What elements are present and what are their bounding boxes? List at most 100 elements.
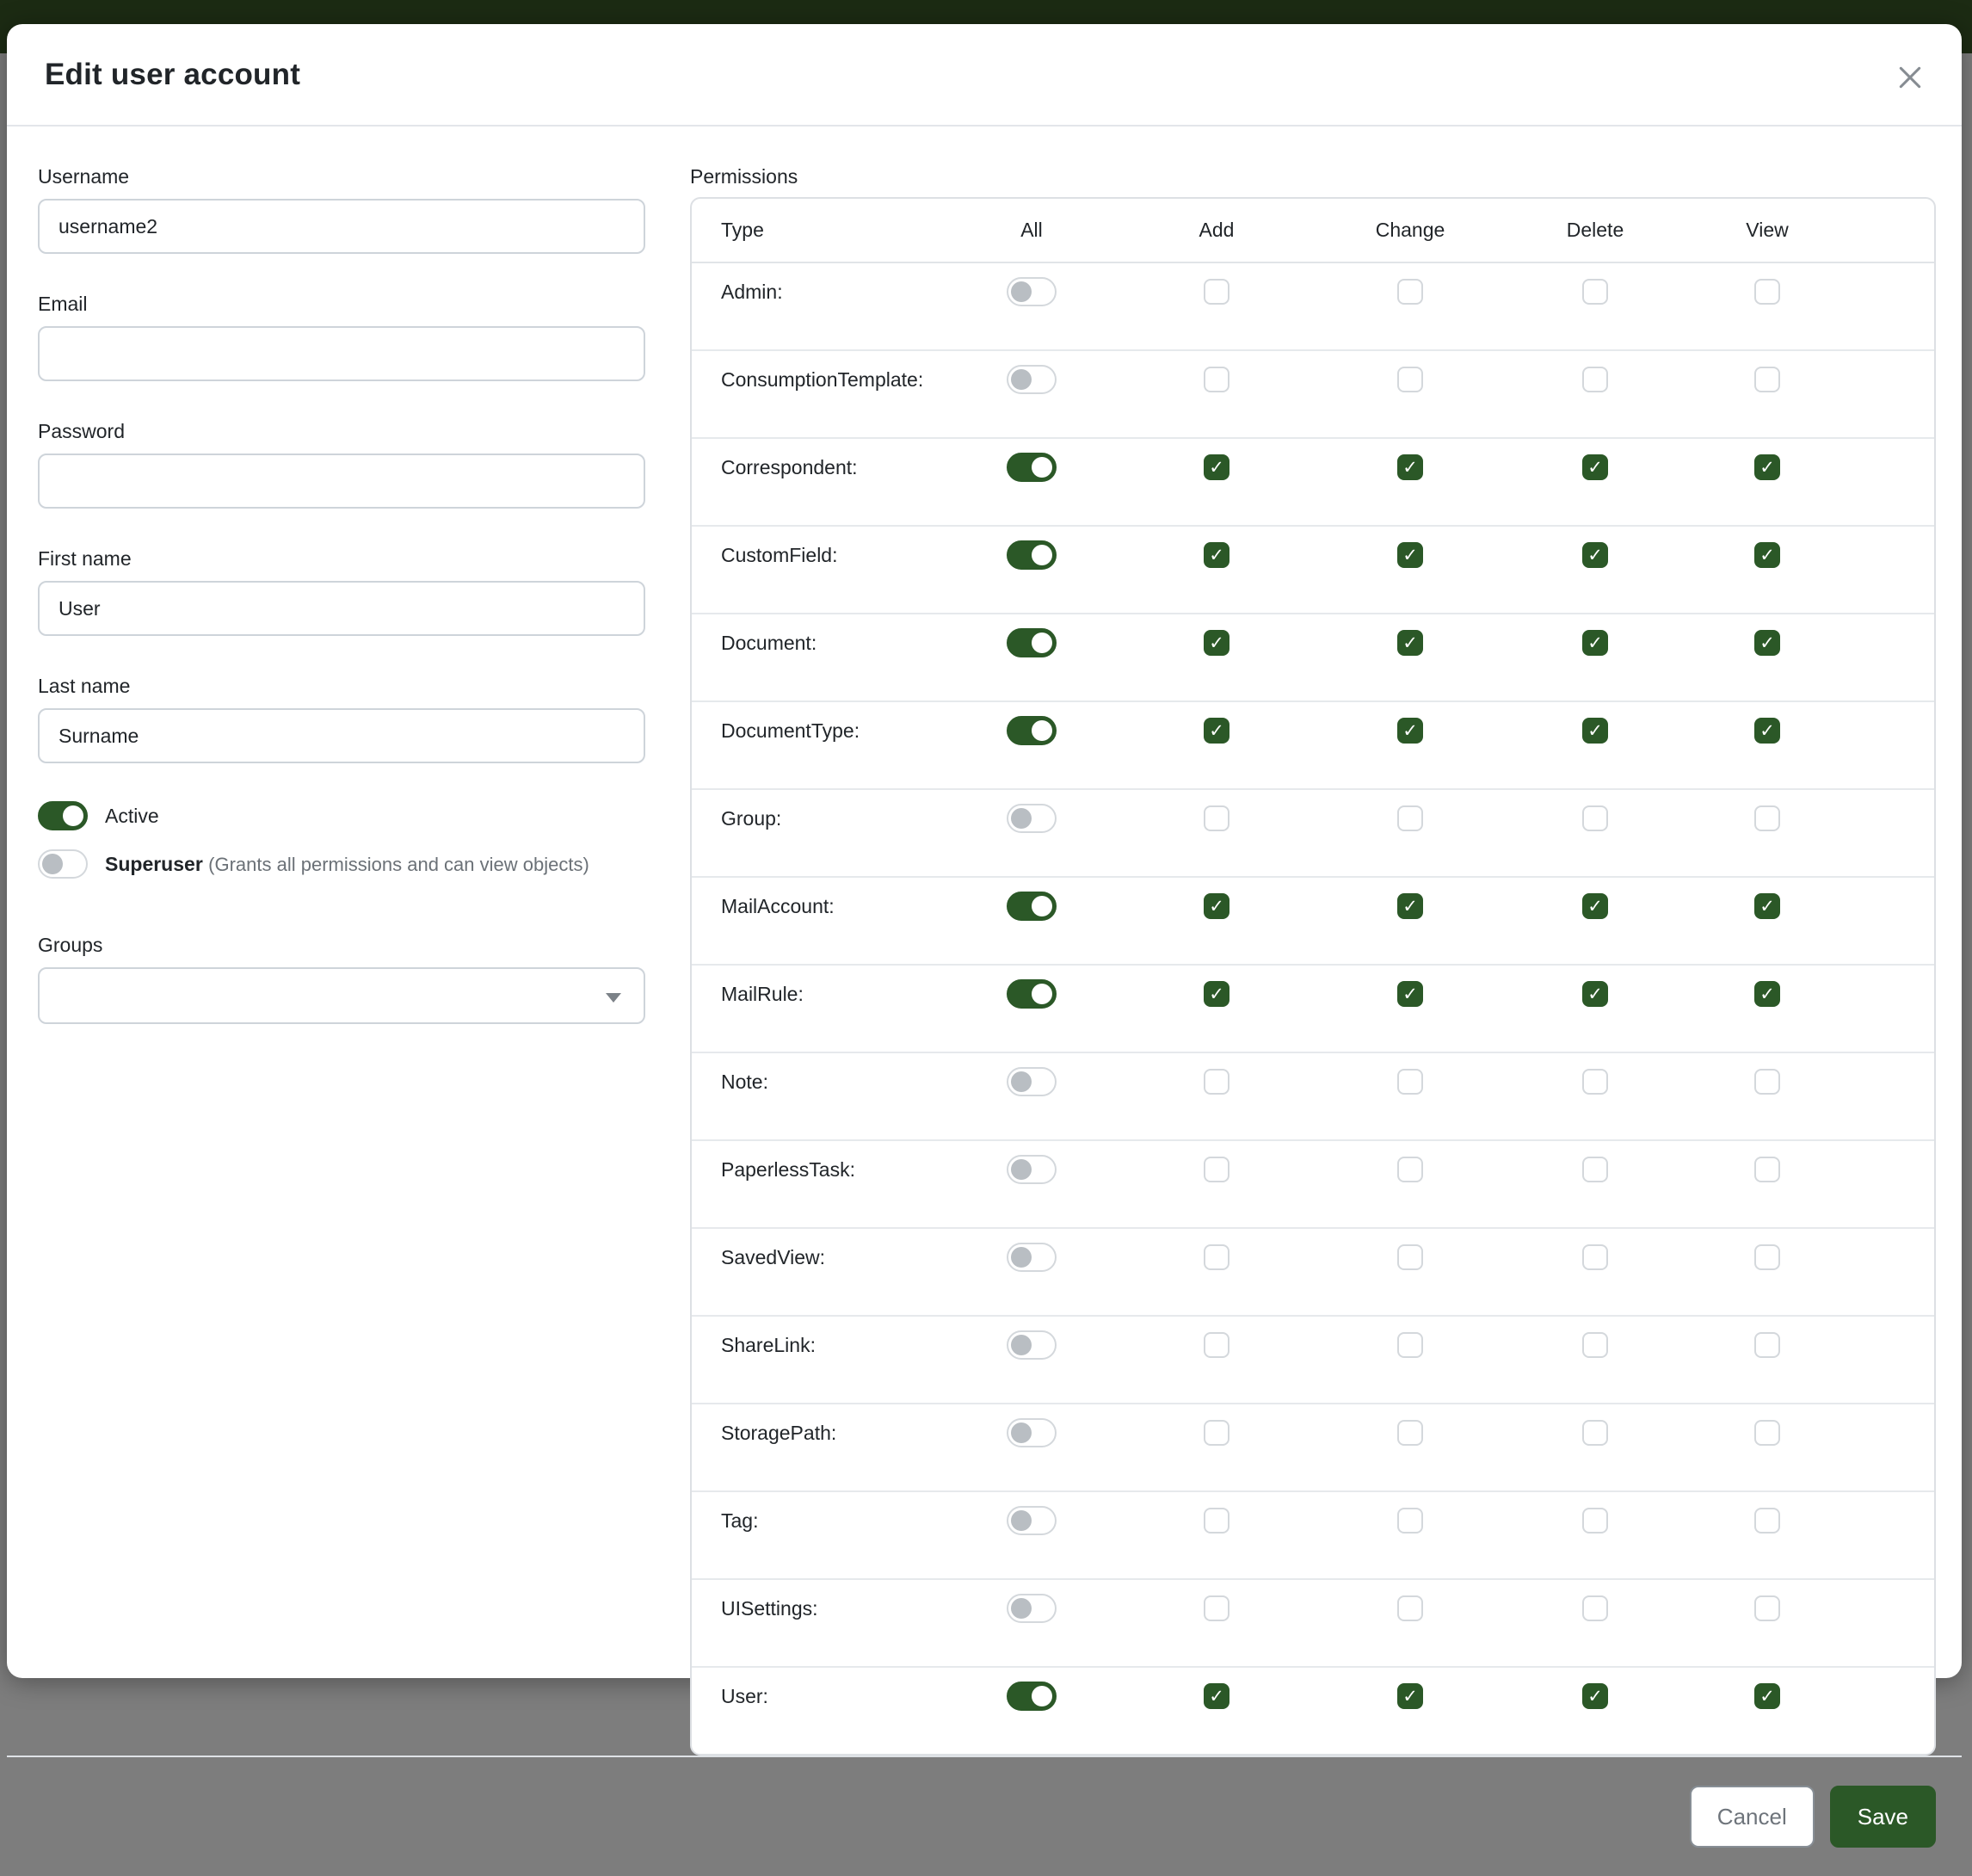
groups-select[interactable]	[38, 967, 645, 1024]
permission-view-checkbox[interactable]	[1754, 367, 1780, 392]
permission-all-toggle[interactable]	[1007, 453, 1057, 482]
permission-row: MailAccount:	[692, 878, 1934, 966]
permission-delete-checkbox[interactable]	[1582, 1420, 1608, 1446]
permission-delete-checkbox[interactable]	[1582, 718, 1608, 744]
permission-view-checkbox[interactable]	[1754, 981, 1780, 1007]
permission-add-checkbox[interactable]	[1204, 981, 1229, 1007]
permission-add-checkbox[interactable]	[1204, 893, 1229, 919]
permission-all-toggle[interactable]	[1007, 804, 1057, 833]
permission-add-checkbox[interactable]	[1204, 454, 1229, 480]
permission-add-checkbox[interactable]	[1204, 1595, 1229, 1621]
permission-change-checkbox[interactable]	[1397, 367, 1423, 392]
toggle-knob	[1011, 281, 1032, 302]
superuser-toggle[interactable]	[38, 849, 88, 879]
permission-change-checkbox[interactable]	[1397, 1157, 1423, 1182]
email-field[interactable]	[38, 326, 645, 381]
permission-add-checkbox[interactable]	[1204, 805, 1229, 831]
permission-view-checkbox[interactable]	[1754, 1244, 1780, 1270]
permission-add-checkbox[interactable]	[1204, 279, 1229, 305]
permission-add-checkbox[interactable]	[1204, 367, 1229, 392]
permission-view-checkbox[interactable]	[1754, 1420, 1780, 1446]
permission-add-checkbox[interactable]	[1204, 542, 1229, 568]
permission-delete-checkbox[interactable]	[1582, 454, 1608, 480]
permission-view-checkbox[interactable]	[1754, 718, 1780, 744]
password-field[interactable]	[38, 454, 645, 509]
permission-change-checkbox[interactable]	[1397, 279, 1423, 305]
permission-all-toggle[interactable]	[1007, 979, 1057, 1009]
first-name-field[interactable]	[38, 581, 645, 636]
last-name-field[interactable]	[38, 708, 645, 763]
permission-all-toggle[interactable]	[1007, 1506, 1057, 1535]
permission-add-checkbox[interactable]	[1204, 1332, 1229, 1358]
permission-all-toggle[interactable]	[1007, 892, 1057, 921]
permission-all-toggle[interactable]	[1007, 277, 1057, 306]
permission-view-checkbox[interactable]	[1754, 279, 1780, 305]
permission-change-checkbox[interactable]	[1397, 1683, 1423, 1709]
permission-change-checkbox[interactable]	[1397, 1244, 1423, 1270]
permission-delete-checkbox[interactable]	[1582, 1595, 1608, 1621]
permission-view-checkbox[interactable]	[1754, 454, 1780, 480]
permission-delete-checkbox[interactable]	[1582, 1069, 1608, 1095]
username-input[interactable]	[38, 199, 645, 254]
permission-delete-checkbox[interactable]	[1582, 1683, 1608, 1709]
permission-delete-checkbox[interactable]	[1582, 981, 1608, 1007]
permission-view-checkbox[interactable]	[1754, 1069, 1780, 1095]
permission-change-checkbox[interactable]	[1397, 718, 1423, 744]
permission-all-toggle[interactable]	[1007, 365, 1057, 394]
permission-all-toggle[interactable]	[1007, 1682, 1057, 1711]
permission-add-checkbox[interactable]	[1204, 630, 1229, 656]
permission-all-toggle[interactable]	[1007, 1243, 1057, 1272]
permission-delete-checkbox[interactable]	[1582, 1508, 1608, 1534]
permission-change-checkbox[interactable]	[1397, 630, 1423, 656]
permission-view-checkbox[interactable]	[1754, 1508, 1780, 1534]
permission-all-toggle[interactable]	[1007, 540, 1057, 570]
permission-all-toggle[interactable]	[1007, 628, 1057, 657]
permission-delete-checkbox[interactable]	[1582, 367, 1608, 392]
permission-add-checkbox[interactable]	[1204, 1069, 1229, 1095]
permission-change-checkbox[interactable]	[1397, 805, 1423, 831]
permission-change-checkbox[interactable]	[1397, 542, 1423, 568]
permission-all-toggle[interactable]	[1007, 1155, 1057, 1184]
permission-all-toggle[interactable]	[1007, 1330, 1057, 1360]
column-header-type: Type	[692, 219, 764, 242]
permission-all-toggle[interactable]	[1007, 716, 1057, 745]
permission-add-checkbox[interactable]	[1204, 1508, 1229, 1534]
permission-delete-checkbox[interactable]	[1582, 805, 1608, 831]
permission-delete-checkbox[interactable]	[1582, 279, 1608, 305]
permission-view-checkbox[interactable]	[1754, 1157, 1780, 1182]
permission-delete-checkbox[interactable]	[1582, 542, 1608, 568]
permission-change-checkbox[interactable]	[1397, 893, 1423, 919]
permission-view-checkbox[interactable]	[1754, 1332, 1780, 1358]
permission-add-checkbox[interactable]	[1204, 1683, 1229, 1709]
permission-all-toggle[interactable]	[1007, 1067, 1057, 1096]
permission-delete-checkbox[interactable]	[1582, 1244, 1608, 1270]
permission-add-checkbox[interactable]	[1204, 1157, 1229, 1182]
permission-view-checkbox[interactable]	[1754, 893, 1780, 919]
permission-view-checkbox[interactable]	[1754, 630, 1780, 656]
permission-view-checkbox[interactable]	[1754, 1683, 1780, 1709]
permission-add-checkbox[interactable]	[1204, 718, 1229, 744]
permission-delete-checkbox[interactable]	[1582, 1157, 1608, 1182]
permission-view-checkbox[interactable]	[1754, 1595, 1780, 1621]
close-button[interactable]	[1893, 60, 1927, 95]
permission-change-checkbox[interactable]	[1397, 454, 1423, 480]
permission-change-checkbox[interactable]	[1397, 1595, 1423, 1621]
permission-view-checkbox[interactable]	[1754, 542, 1780, 568]
permission-delete-checkbox[interactable]	[1582, 630, 1608, 656]
permission-add-checkbox[interactable]	[1204, 1420, 1229, 1446]
permission-change-checkbox[interactable]	[1397, 1332, 1423, 1358]
permission-change-checkbox[interactable]	[1397, 1069, 1423, 1095]
permission-all-toggle[interactable]	[1007, 1418, 1057, 1447]
cancel-button[interactable]: Cancel	[1690, 1786, 1815, 1848]
permission-change-checkbox[interactable]	[1397, 981, 1423, 1007]
permission-view-checkbox[interactable]	[1754, 805, 1780, 831]
permission-change-checkbox[interactable]	[1397, 1420, 1423, 1446]
active-toggle[interactable]	[38, 801, 88, 830]
permission-add-checkbox[interactable]	[1204, 1244, 1229, 1270]
permission-delete-checkbox[interactable]	[1582, 893, 1608, 919]
permission-type-label: PaperlessTask:	[692, 1155, 855, 1184]
save-button[interactable]: Save	[1830, 1786, 1936, 1848]
permission-all-toggle[interactable]	[1007, 1594, 1057, 1623]
permission-delete-checkbox[interactable]	[1582, 1332, 1608, 1358]
permission-change-checkbox[interactable]	[1397, 1508, 1423, 1534]
